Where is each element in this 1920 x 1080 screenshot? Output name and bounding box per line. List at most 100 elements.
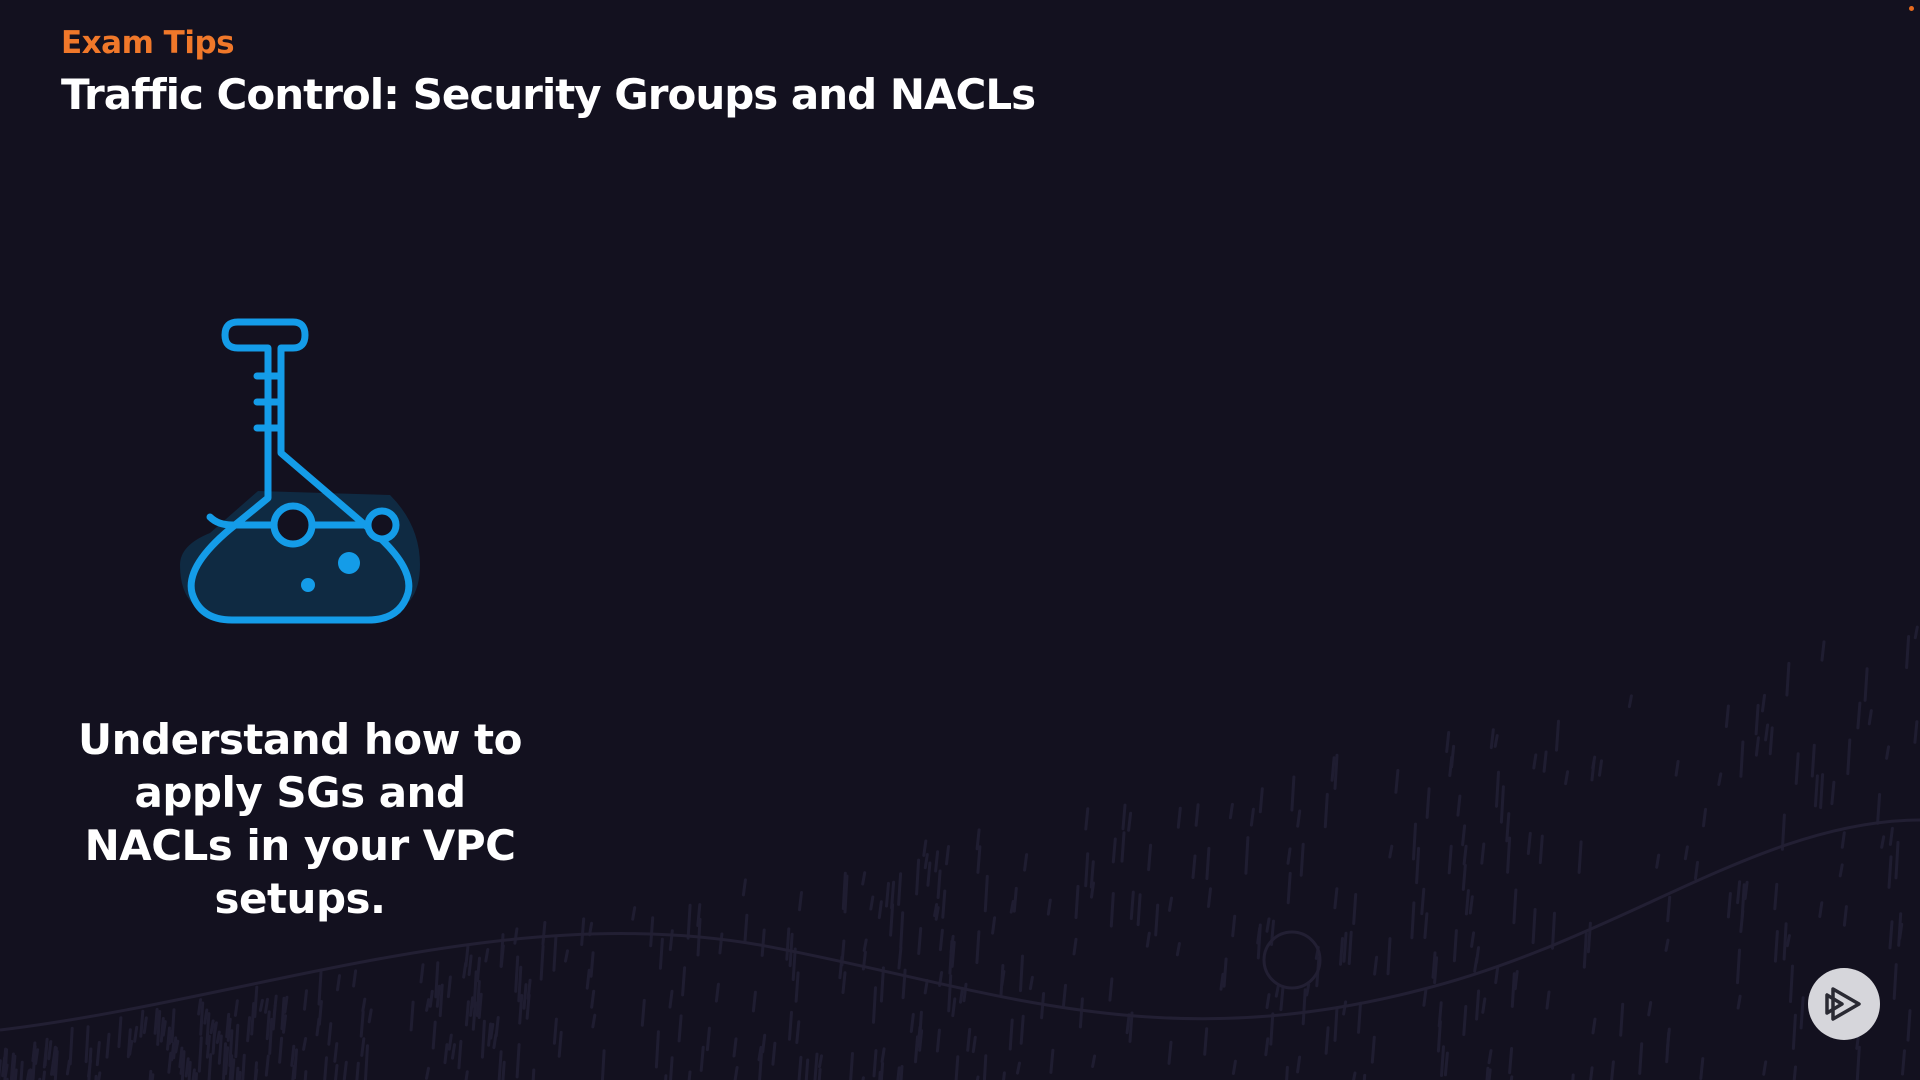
background-hatch-mark: [1813, 774, 1819, 808]
background-hatch-mark: [1111, 837, 1117, 864]
background-hatch-mark: [948, 939, 954, 975]
background-hatch-mark: [1062, 983, 1067, 1008]
background-hatch-mark: [1176, 806, 1182, 829]
background-hatch-mark: [1265, 917, 1271, 933]
background-hatch-mark: [1194, 803, 1200, 827]
background-hatch-mark: [1362, 1073, 1367, 1080]
background-hatch-mark: [741, 878, 747, 897]
background-hatch-mark: [1538, 834, 1544, 865]
background-hatch-mark: [1279, 986, 1285, 1012]
background-hatch-mark: [585, 968, 591, 990]
background-hatch-mark: [443, 1043, 449, 1065]
background-hatch-mark: [364, 1044, 369, 1080]
background-hatch-mark: [215, 1030, 221, 1044]
background-hatch-mark: [1431, 951, 1437, 979]
background-hatch-mark: [539, 944, 545, 981]
background-hatch-mark: [1782, 922, 1788, 961]
background-hatch-mark: [791, 947, 797, 981]
background-hatch-mark: [982, 1054, 988, 1080]
background-hatch-mark: [1499, 785, 1505, 824]
background-hatch-mark: [1461, 824, 1467, 847]
background-hatch-mark: [148, 1069, 153, 1080]
background-hatch-mark: [872, 1049, 878, 1078]
background-hatch-mark: [1785, 934, 1791, 948]
background-hatch-mark: [457, 1039, 463, 1070]
background-hatch-mark: [1512, 888, 1518, 925]
background-hatch-mark: [237, 1070, 242, 1080]
background-hatch-mark: [290, 1044, 296, 1067]
background-hatch-mark: [230, 1058, 236, 1080]
background-hatch-mark: [1818, 901, 1824, 918]
background-hatch-mark: [1352, 893, 1358, 925]
background-hatch-mark: [1175, 942, 1181, 957]
background-hatch-mark: [187, 1060, 192, 1080]
background-hatch-mark: [1373, 955, 1379, 976]
background-hatch-mark: [1422, 988, 1428, 1007]
background-hatch-mark: [751, 990, 757, 1013]
background-hatch-mark: [918, 1029, 924, 1052]
background-hatch-mark: [1084, 852, 1090, 888]
background-hatch-mark: [880, 1047, 886, 1064]
background-hatch-mark: [126, 1028, 132, 1059]
background-hatch-mark: [1219, 972, 1225, 991]
background-hatch-mark: [323, 1056, 328, 1080]
background-hatch-mark: [1016, 1061, 1021, 1075]
background-hatch-mark: [224, 1046, 230, 1076]
background-hatch-mark: [934, 906, 940, 921]
background-hatch-mark: [1314, 945, 1320, 960]
background-hatch-mark: [1040, 992, 1046, 1020]
background-hatch-mark: [280, 996, 286, 1031]
background-hatch-mark: [1461, 863, 1467, 891]
background-hatch-mark: [1791, 1013, 1797, 1050]
background-hatch-mark: [1475, 989, 1481, 1021]
background-hatch-mark: [68, 1026, 74, 1066]
background-hatch-mark: [155, 1010, 161, 1029]
background-hatch-mark: [467, 954, 473, 976]
background-hatch-mark: [1008, 1018, 1014, 1051]
background-hatch-mark: [1647, 1001, 1653, 1017]
background-hatch-mark: [1256, 926, 1262, 945]
background-hatch-mark: [677, 1014, 683, 1043]
background-hatch-mark: [278, 1036, 284, 1064]
background-hatch-mark: [1856, 701, 1862, 730]
background-hatch-mark: [25, 1069, 31, 1080]
background-hatch-mark: [1286, 871, 1292, 905]
pluralsight-play-icon[interactable]: [1808, 968, 1880, 1040]
background-hatch-mark: [1462, 844, 1468, 866]
background-hatch-mark: [877, 900, 883, 920]
background-hatch-mark: [425, 998, 431, 1012]
play-triangle-icon: [1825, 987, 1861, 1021]
background-hatch-mark: [1386, 937, 1392, 976]
background-hatch-mark: [1228, 802, 1234, 820]
background-hatch-mark: [526, 978, 532, 1000]
background-hatch-mark: [472, 970, 478, 1008]
background-hatch-mark: [1436, 1020, 1442, 1053]
background-hatch-mark: [1009, 900, 1015, 914]
background-hatch-mark: [1894, 840, 1900, 880]
background-hatch-mark: [938, 928, 944, 952]
background-hatch-mark: [664, 1074, 668, 1080]
background-hatch-mark: [1792, 1065, 1797, 1080]
background-hatch-mark: [367, 1008, 373, 1024]
background-hatch-mark: [669, 1056, 674, 1080]
background-hatch-mark: [435, 984, 441, 1008]
background-hatch-mark: [264, 997, 269, 1014]
background-hatch-mark: [951, 997, 957, 1018]
background-hatch-mark: [464, 1070, 469, 1080]
background-hatch-mark: [879, 966, 885, 1003]
background-hatch-mark: [788, 1010, 793, 1041]
background-hatch-mark: [241, 1053, 246, 1080]
background-hatch-mark: [872, 986, 877, 1024]
background-hatch-mark: [1888, 826, 1894, 846]
background-hatch-mark: [29, 1069, 33, 1080]
background-hatch-mark: [1012, 886, 1018, 913]
background-hatch-mark: [212, 1021, 218, 1037]
background-hatch-mark: [1655, 853, 1661, 869]
background-hatch-mark: [1906, 1009, 1912, 1042]
background-hatch-mark: [1810, 743, 1816, 778]
background-hatch-mark: [327, 1022, 333, 1046]
background-hatch-mark: [1145, 931, 1151, 948]
background-hatch-mark: [1285, 1065, 1289, 1080]
background-hatch-mark: [303, 1070, 308, 1080]
background-hatch-mark: [499, 944, 505, 968]
